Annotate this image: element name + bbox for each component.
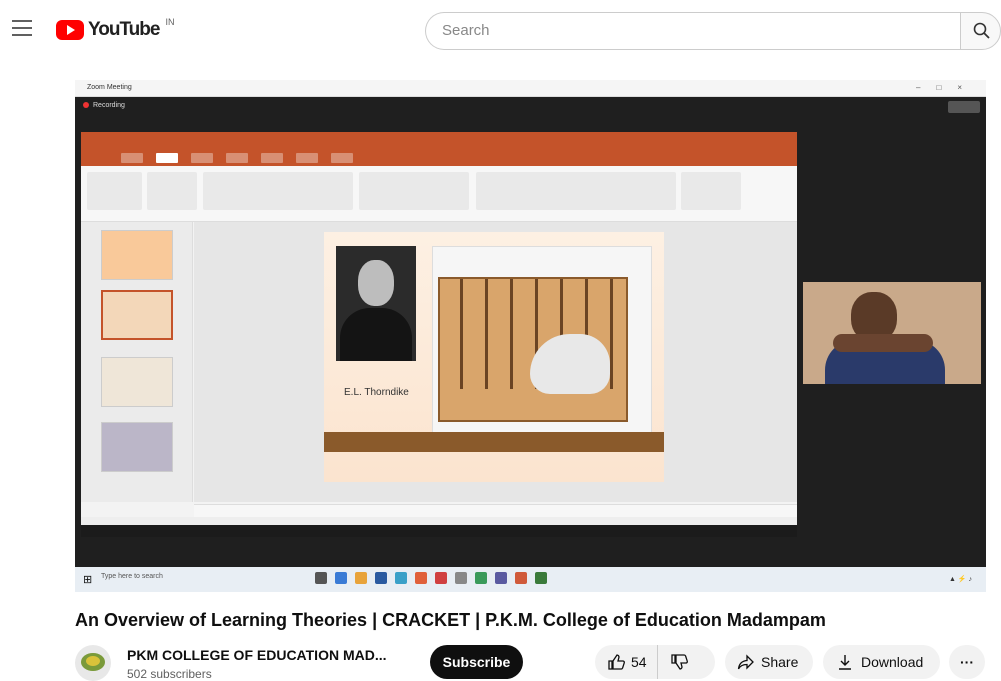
search-button[interactable]	[960, 12, 1001, 50]
youtube-play-icon	[56, 20, 84, 40]
notes-pane	[194, 504, 797, 517]
video-title: An Overview of Learning Theories | CRACK…	[75, 610, 826, 630]
download-label: Download	[861, 654, 924, 670]
like-button[interactable]: 54	[595, 645, 658, 679]
ppt-tab-home	[156, 153, 178, 163]
download-icon	[839, 655, 851, 670]
paragraph-group	[359, 172, 469, 210]
ppt-tab	[331, 153, 353, 163]
participant-video	[803, 282, 981, 384]
thumbs-down-icon	[670, 654, 688, 670]
ppt-tab	[296, 153, 318, 163]
logo-country-code: IN	[165, 17, 175, 27]
ppt-titlebar	[81, 132, 797, 150]
font-group	[203, 172, 353, 210]
view-button	[948, 101, 980, 113]
taskbar-search: Type here to search	[101, 573, 163, 580]
like-count: 54	[631, 654, 647, 670]
subscriber-count: 502 subscribers	[127, 667, 212, 681]
zoom-window-title: Zoom Meeting	[87, 84, 132, 91]
share-icon	[737, 654, 754, 670]
participant-hands	[833, 334, 933, 352]
dislike-button[interactable]	[658, 653, 688, 671]
search-box[interactable]: Search	[425, 12, 965, 50]
slide-thumbnail	[101, 357, 173, 407]
ppt-ribbon-tabs	[81, 150, 797, 166]
subscribe-button[interactable]: Subscribe	[430, 645, 523, 679]
record-dot-icon	[83, 102, 89, 109]
video-player[interactable]: Zoom Meeting –□× Recording E.L. Thorndik…	[75, 80, 986, 592]
inner-taskbar	[81, 525, 797, 537]
search-input[interactable]: Search	[442, 22, 490, 39]
slide-editor: E.L. Thorndike	[194, 222, 797, 502]
channel-avatar[interactable]	[75, 645, 111, 681]
logo-text: YouTube	[88, 19, 160, 40]
system-tray: ▲ ⚡ ♪	[948, 576, 972, 583]
slides-group	[147, 172, 197, 210]
share-label: Share	[761, 654, 799, 670]
windows-taskbar: ⊞ Type here to search ▲ ⚡ ♪	[75, 567, 986, 592]
puzzle-box-image	[432, 246, 652, 436]
ppt-tab	[261, 153, 283, 163]
ppt-statusbar	[81, 517, 797, 525]
channel-row: PKM COLLEGE OF EDUCATION MAD... 502 subs…	[75, 645, 1001, 681]
menu-icon[interactable]	[12, 20, 32, 36]
editing-group	[681, 172, 741, 210]
ppt-ribbon	[81, 166, 797, 222]
youtube-logo[interactable]: YouTube IN	[56, 17, 175, 41]
thorndike-portrait	[336, 246, 416, 361]
slide: E.L. Thorndike	[324, 232, 664, 482]
more-actions-button[interactable]: ···	[949, 645, 985, 679]
slide-thumbnail-active	[101, 290, 173, 340]
slide-thumbnail	[101, 230, 173, 280]
thumbs-up-icon	[608, 654, 625, 670]
ppt-tab	[226, 153, 248, 163]
slide-caption: E.L. Thorndike	[344, 387, 409, 398]
zoom-titlebar: Zoom Meeting –□×	[75, 80, 986, 97]
masthead: YouTube IN Search	[0, 0, 1001, 62]
share-button[interactable]: Share	[725, 645, 813, 679]
cat-image	[530, 334, 610, 394]
like-dislike-group: 54	[595, 645, 715, 679]
slide-thumbnail	[101, 422, 173, 472]
search-icon	[973, 22, 990, 39]
ppt-tab	[121, 153, 143, 163]
recording-label: Recording	[93, 102, 125, 109]
download-button[interactable]: Download	[823, 645, 940, 679]
windows-start-icon: ⊞	[83, 574, 93, 586]
powerpoint-window: E.L. Thorndike	[81, 132, 797, 537]
ppt-tab	[191, 153, 213, 163]
taskbar-apps	[315, 572, 547, 584]
recording-indicator: Recording	[83, 102, 125, 109]
channel-name[interactable]: PKM COLLEGE OF EDUCATION MAD...	[127, 647, 387, 663]
drawing-group	[476, 172, 676, 210]
slide-thumbnails	[81, 222, 193, 502]
clipboard-group	[87, 172, 142, 210]
cage-box	[438, 277, 628, 422]
window-controls: –□×	[916, 83, 978, 92]
slide-floor	[324, 432, 664, 452]
zoom-meeting-view: Recording E.L. Thorndike	[75, 97, 986, 567]
